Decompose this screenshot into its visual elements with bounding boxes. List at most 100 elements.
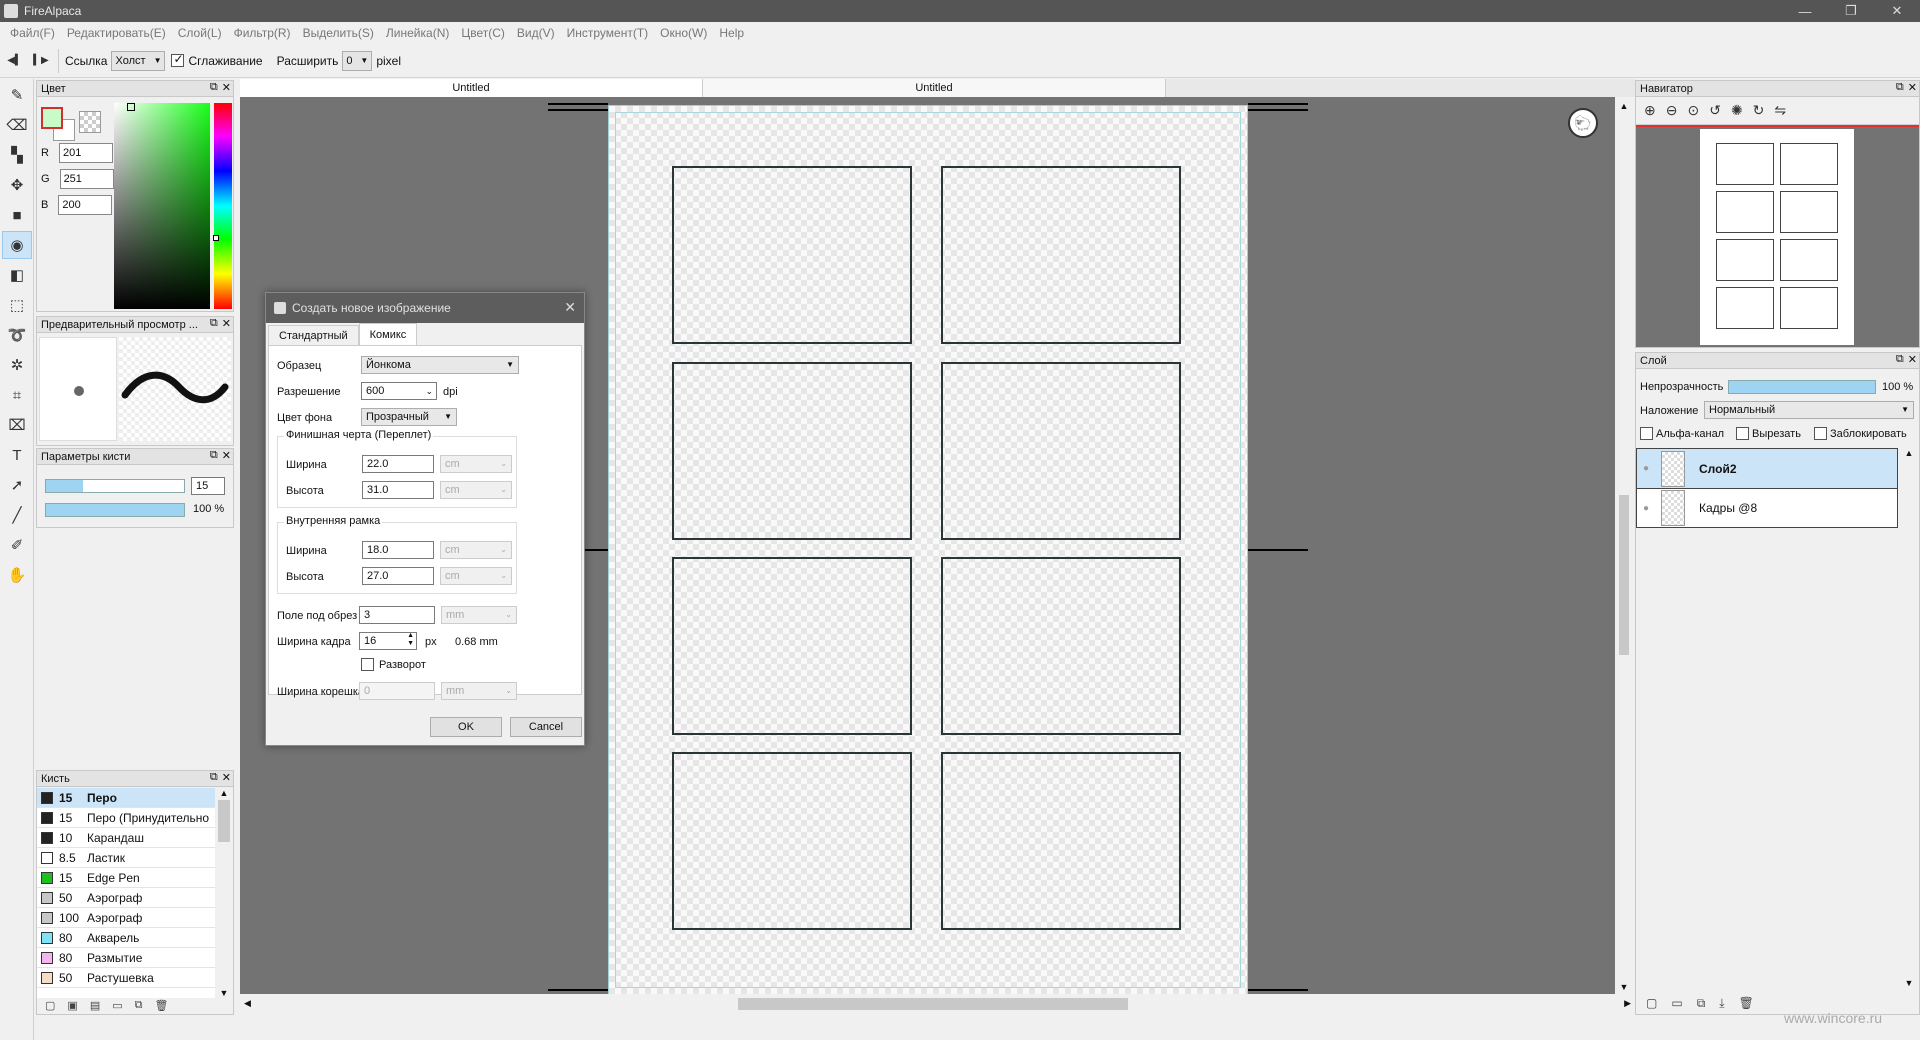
brush-script-icon[interactable]: ▤ — [90, 999, 100, 1015]
menu-select[interactable]: Выделить(S) — [297, 22, 380, 44]
brush-item[interactable]: 15 Перо (Принудительно — [37, 808, 215, 828]
menu-tool[interactable]: Инструмент(T) — [561, 22, 655, 44]
minimize-button[interactable]: — — [1782, 0, 1828, 22]
lasso-tool-icon[interactable]: ➰ — [2, 321, 32, 349]
menu-ruler[interactable]: Линейка(N) — [380, 22, 455, 44]
rotate-right-icon[interactable]: ↻ — [1753, 102, 1765, 119]
frame-width-stepper[interactable]: 16 ▲ ▼ — [359, 632, 417, 650]
select-pen-tool-icon[interactable]: ⌗ — [2, 381, 32, 409]
prev-icon[interactable]: ◀▍ — [4, 50, 26, 72]
new-layer-icon[interactable]: ▢ — [1646, 996, 1657, 1010]
zoom-in-icon[interactable]: ⊕ — [1644, 102, 1656, 119]
brush-item[interactable]: 80 Размытие — [37, 948, 215, 968]
spread-checkbox[interactable] — [361, 658, 374, 671]
menu-filter[interactable]: Фильтр(R) — [228, 22, 297, 44]
canvas-horizontal-scrollbar[interactable]: ◀ ▶ — [240, 994, 1635, 1014]
close-icon[interactable]: ✕ — [564, 299, 576, 316]
blur-tool-icon[interactable]: ╱ — [2, 501, 32, 529]
menu-layer[interactable]: Слой(L) — [172, 22, 228, 44]
visibility-icon[interactable]: ● — [1637, 503, 1655, 514]
pen-tool-icon[interactable]: ✎ — [2, 81, 32, 109]
scroll-thumb[interactable] — [218, 800, 230, 842]
expand-select[interactable]: 0 ▼ — [342, 50, 373, 71]
duplicate-layer-icon[interactable]: ⧉ — [1697, 996, 1706, 1011]
move-tool-icon[interactable]: ✥ — [2, 171, 32, 199]
float-icon[interactable]: ⧉ — [210, 449, 218, 462]
chevron-down-icon[interactable]: ▼ — [215, 988, 233, 998]
inner-width-input[interactable]: 18.0 — [362, 541, 434, 559]
new-folder-icon[interactable]: ▭ — [1671, 996, 1682, 1010]
bleed-input[interactable]: 3 — [359, 606, 435, 624]
picker-cursor[interactable] — [127, 103, 135, 111]
tab-comic[interactable]: Комикс — [358, 323, 418, 345]
layer-list-scrollbar[interactable]: ▲ ▼ — [1900, 448, 1918, 988]
brush-list-scrollbar[interactable]: ▲ ▼ — [215, 788, 233, 998]
gradient-tool-icon[interactable]: ◧ — [2, 261, 32, 289]
magic-wand-tool-icon[interactable]: ✲ — [2, 351, 32, 379]
menu-help[interactable]: Help — [713, 22, 750, 44]
stepper-arrows-icon[interactable]: ▲ ▼ — [407, 632, 414, 648]
cancel-button[interactable]: Cancel — [510, 717, 582, 737]
preset-select[interactable]: Йонкома ▼ — [361, 356, 519, 374]
brush-item[interactable]: 10 Карандаш — [37, 828, 215, 848]
brush-item[interactable]: 80 Акварель — [37, 928, 215, 948]
rect-select-tool-icon[interactable]: ⬚ — [2, 291, 32, 319]
transparent-color-swatch[interactable] — [79, 111, 101, 133]
chevron-right-icon[interactable]: ▶ — [1624, 998, 1631, 1009]
hue-slider[interactable] — [213, 103, 232, 309]
chevron-down-icon[interactable]: ▼ — [1900, 978, 1918, 988]
layer-opacity-slider[interactable] — [1728, 380, 1876, 394]
text-tool-icon[interactable]: T — [2, 441, 32, 469]
eyedropper-tool-icon[interactable]: ✐ — [2, 531, 32, 559]
restore-button[interactable]: ❐ — [1828, 0, 1874, 22]
brush-item[interactable]: 50 Растушевка — [37, 968, 215, 988]
fill-rect-tool-icon[interactable]: ■ — [2, 201, 32, 229]
delete-brush-icon[interactable]: 🗑 — [154, 999, 168, 1015]
resolution-input[interactable]: 600 ⌄ — [361, 382, 437, 400]
green-input[interactable]: 251 — [59, 169, 114, 189]
tab-document-1[interactable]: Untitled — [240, 79, 703, 97]
blend-mode-select[interactable]: Нормальный ▼ — [1704, 401, 1914, 419]
bucket-tool-icon[interactable]: ◉ — [2, 231, 32, 259]
close-icon[interactable]: ✕ — [1908, 81, 1917, 94]
foreground-color-swatch[interactable] — [41, 107, 63, 129]
brush-item[interactable]: 15 Перо — [37, 788, 215, 808]
menu-file[interactable]: Файл(F) — [4, 22, 61, 44]
eraser-tool-icon[interactable]: ⌫ — [2, 111, 32, 139]
reference-select[interactable]: Холст ▼ — [111, 50, 166, 71]
brush-item[interactable]: 100 Аэрограф — [37, 908, 215, 928]
menu-view[interactable]: Вид(V) — [511, 22, 561, 44]
chevron-left-icon[interactable]: ◀ — [244, 998, 251, 1009]
hand-tool-icon[interactable]: ✋ — [2, 561, 32, 589]
inner-height-input[interactable]: 27.0 — [362, 567, 434, 585]
menu-color[interactable]: Цвет(C) — [455, 22, 511, 44]
float-icon[interactable]: ⧉ — [210, 317, 218, 330]
canvas-vertical-scrollbar[interactable]: ▲ ▼ — [1615, 97, 1633, 994]
finish-height-input[interactable]: 31.0 — [362, 481, 434, 499]
next-icon[interactable]: ▍▶ — [30, 50, 52, 72]
close-icon[interactable]: ✕ — [222, 449, 231, 462]
navigator-preview[interactable] — [1636, 127, 1919, 347]
lock-checkbox[interactable] — [1814, 427, 1827, 440]
scroll-thumb[interactable] — [1619, 495, 1629, 655]
ok-button[interactable]: OK — [430, 717, 502, 737]
brush-size-input[interactable]: 15 — [191, 477, 225, 495]
red-input[interactable]: 201 — [58, 143, 113, 163]
menu-window[interactable]: Окно(W) — [654, 22, 713, 44]
bg-color-select[interactable]: Прозрачный ▼ — [361, 408, 457, 426]
close-icon[interactable]: ✕ — [222, 771, 231, 784]
tab-document-2[interactable]: Untitled — [703, 79, 1166, 97]
flip-horizontal-icon[interactable]: ⇋ — [1774, 102, 1786, 119]
chevron-up-icon[interactable]: ▲ — [1900, 448, 1918, 458]
blue-input[interactable]: 200 — [58, 195, 113, 215]
brush-size-slider[interactable] — [45, 479, 185, 493]
rotate-reset-icon[interactable]: ✺ — [1731, 102, 1743, 119]
layer-item[interactable]: ● Слой2 — [1636, 448, 1898, 488]
float-icon[interactable]: ⧉ — [210, 771, 218, 784]
antialias-checkbox[interactable] — [171, 52, 185, 67]
close-icon[interactable]: ✕ — [222, 81, 231, 94]
duplicate-brush-icon[interactable]: ⧉ — [135, 999, 143, 1015]
finish-width-input[interactable]: 22.0 — [362, 455, 434, 473]
brush-settings-icon[interactable]: ▣ — [67, 999, 77, 1015]
saturation-value-picker[interactable] — [114, 103, 210, 309]
